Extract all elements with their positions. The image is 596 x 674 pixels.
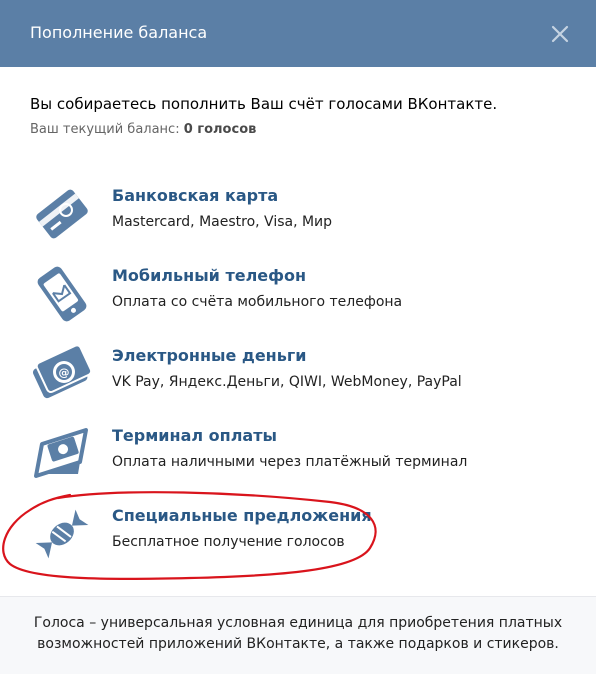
method-title[interactable]: Электронные деньги: [112, 346, 306, 366]
method-subtitle: Оплата со счёта мобильного телефона: [112, 294, 403, 310]
footer-line-1: Голоса – универсальная условная единица …: [33, 615, 563, 631]
modal-header: Пополнение баланса: [0, 0, 596, 67]
svg-text:@: @: [59, 366, 70, 379]
payment-method-terminal[interactable]: Терминал оплаты Оплата наличными через п…: [30, 422, 550, 486]
method-title[interactable]: Специальные предложения: [112, 506, 372, 526]
payment-method-bank-card[interactable]: Банковская карта Mastercard, Maestro, Vi…: [30, 182, 550, 246]
balance-label: Ваш текущий баланс:: [30, 122, 180, 137]
payment-method-special-offers[interactable]: Специальные предложения Бесплатное получ…: [30, 502, 550, 566]
modal-footer: Голоса – универсальная условная единица …: [0, 597, 596, 674]
footer-note: Голоса – универсальная условная единица …: [0, 613, 596, 655]
method-subtitle: Бесплатное получение голосов: [112, 534, 345, 550]
intro-text: Вы собираетесь пополнить Ваш счёт голоса…: [30, 95, 498, 113]
payment-terminal-icon: [34, 428, 88, 478]
candy-icon: [35, 509, 89, 559]
method-title[interactable]: Терминал оплаты: [112, 426, 277, 446]
current-balance: Ваш текущий баланс: 0 голосов: [30, 121, 256, 139]
bank-card-icon: [36, 189, 88, 239]
modal-title: Пополнение баланса: [30, 23, 208, 42]
method-title[interactable]: Мобильный телефон: [112, 266, 306, 286]
method-subtitle: Mastercard, Maestro, Visa, Мир: [112, 214, 333, 230]
footer-line-2: возможностей приложений ВКонтакте, а так…: [37, 636, 559, 652]
payment-method-mobile-phone[interactable]: Мобильный телефон Оплата со счёта мобиль…: [30, 262, 550, 326]
e-money-icon: @: [32, 344, 93, 399]
method-subtitle: VK Pay, Яндекс.Деньги, QIWI, WebMoney, P…: [112, 374, 462, 390]
payment-method-e-money[interactable]: @ Электронные деньги VK Pay, Яндекс.День…: [30, 342, 550, 406]
balance-value: 0 голосов: [183, 122, 257, 137]
close-button[interactable]: [546, 20, 574, 48]
method-subtitle: Оплата наличными через платёжный термина…: [112, 454, 468, 470]
method-title[interactable]: Банковская карта: [112, 186, 278, 206]
mobile-phone-icon: [37, 266, 87, 322]
close-icon: [551, 25, 569, 43]
